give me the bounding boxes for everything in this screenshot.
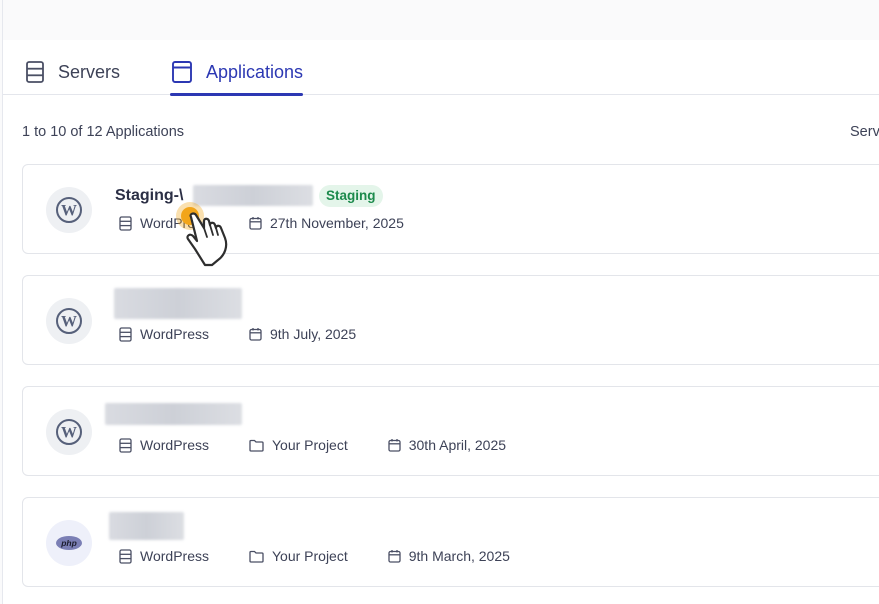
- created-date: 9th July, 2025: [269, 326, 357, 342]
- server-icon: [119, 548, 132, 564]
- page: Servers Applications 1 to 10 of 12 Appli…: [2, 0, 879, 604]
- application-card[interactable]: W WordPress Your Project 30th April, 202…: [22, 386, 879, 476]
- calendar-icon: [249, 328, 262, 341]
- top-bar: [3, 0, 879, 40]
- tab-applications-label: Applications: [206, 62, 304, 82]
- redacted-name: [109, 512, 184, 540]
- results-count: 1 to 10 of 12 Applications: [22, 124, 185, 140]
- application-window-icon: [172, 61, 192, 83]
- meta-row: WordPress Your Project 30th April, 2025: [119, 437, 506, 453]
- server-icon: [26, 61, 44, 83]
- folder-icon: [249, 439, 264, 452]
- calendar-icon: [249, 217, 262, 230]
- folder-icon: [249, 550, 264, 563]
- redacted-name: [193, 185, 313, 206]
- wordpress-icon: W: [46, 298, 92, 344]
- calendar-icon: [388, 550, 401, 563]
- tab-servers[interactable]: Servers: [24, 58, 120, 95]
- meta-row: WordPress 9th July, 2025: [119, 326, 356, 342]
- app-type: WordPress: [140, 215, 209, 231]
- redacted-name: [114, 288, 242, 319]
- meta-row: WordPress Your Project 9th March, 2025: [119, 548, 510, 564]
- tab-applications[interactable]: Applications: [170, 58, 304, 96]
- redacted-name: [105, 403, 242, 425]
- wordpress-icon: W: [46, 187, 92, 233]
- staging-badge: Staging: [319, 185, 383, 207]
- php-icon: php: [46, 520, 92, 566]
- application-card[interactable]: php WordPress Your Project 9th March, 20…: [22, 497, 879, 587]
- wordpress-icon: W: [46, 409, 92, 455]
- application-name[interactable]: Staging-\: [115, 187, 183, 205]
- sort-dropdown[interactable]: Serv: [850, 124, 879, 140]
- calendar-icon: [388, 439, 401, 452]
- tab-servers-label: Servers: [58, 62, 121, 82]
- server-icon: [119, 326, 132, 342]
- created-date: 30th April, 2025: [408, 437, 507, 453]
- meta-row: WordPress 27th November, 2025: [119, 215, 404, 231]
- server-icon: [119, 215, 132, 231]
- project-name[interactable]: Your Project: [272, 437, 348, 453]
- server-icon: [119, 437, 132, 453]
- application-card[interactable]: W WordPress 9th July, 2025: [22, 275, 879, 365]
- svg-text:W: W: [61, 425, 77, 442]
- tab-bar: Servers Applications: [3, 40, 879, 96]
- app-type: WordPress: [140, 437, 209, 453]
- created-date: 9th March, 2025: [408, 548, 510, 564]
- svg-text:php: php: [60, 538, 77, 548]
- created-date: 27th November, 2025: [269, 215, 404, 231]
- project-name[interactable]: Your Project: [272, 548, 348, 564]
- app-type: WordPress: [140, 548, 209, 564]
- svg-text:W: W: [61, 314, 77, 331]
- application-card[interactable]: W Staging-\ Staging WordPress 27th Novem…: [22, 164, 879, 254]
- svg-text:W: W: [61, 203, 77, 220]
- app-type: WordPress: [140, 326, 209, 342]
